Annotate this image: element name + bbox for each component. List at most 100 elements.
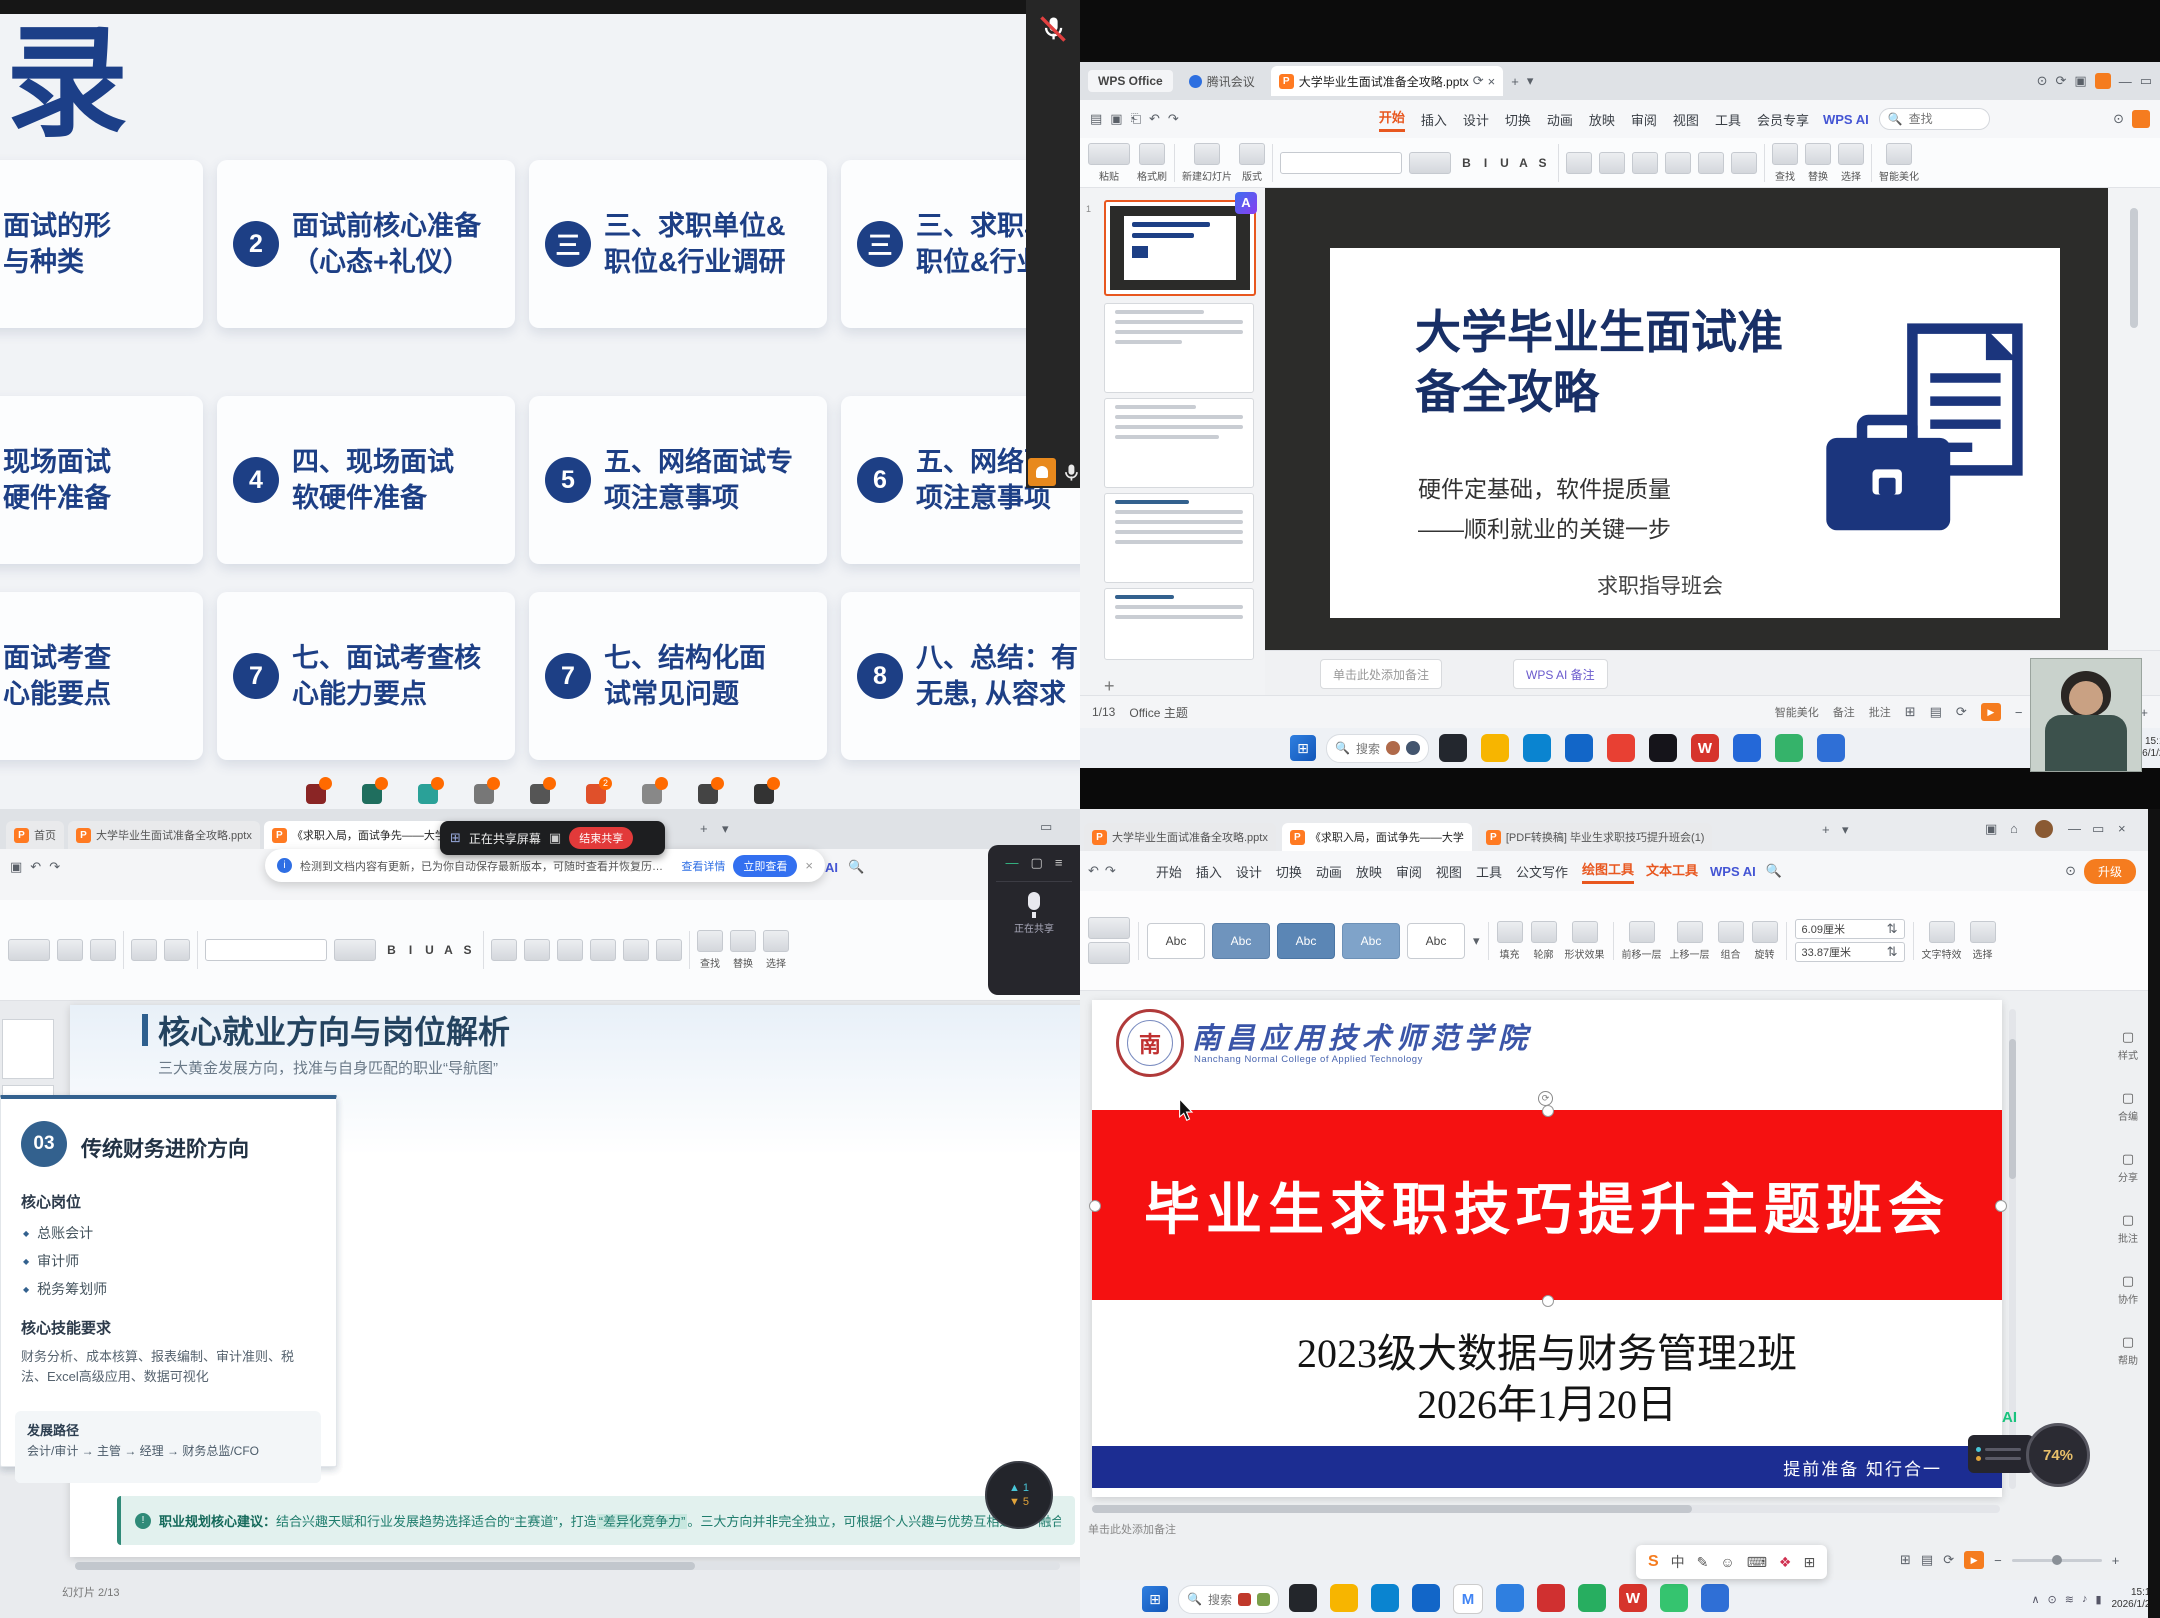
- taskbar-app-icon[interactable]: [754, 784, 774, 804]
- rail-tool-button[interactable]: ▢帮助: [2118, 1334, 2138, 1367]
- align-left-button[interactable]: [557, 939, 583, 961]
- slide-thumbnail[interactable]: [2, 1019, 54, 1079]
- layout-button[interactable]: 版式: [1239, 143, 1265, 183]
- zoom-out-icon[interactable]: −: [2015, 705, 2023, 720]
- minimize-icon[interactable]: —: [2119, 74, 2132, 89]
- taskbar-app-icon[interactable]: [1578, 1584, 1606, 1612]
- search-icon[interactable]: 🔍: [1766, 863, 1782, 879]
- taskbar-app-icon[interactable]: [1537, 1584, 1565, 1612]
- menu-item[interactable]: 开始: [1379, 107, 1405, 132]
- print-icon[interactable]: ⎗: [1131, 111, 1141, 127]
- menu-item[interactable]: 动画: [1316, 862, 1342, 881]
- bring-forward-button[interactable]: 前移一层: [1622, 921, 1662, 961]
- undo-icon[interactable]: ↶: [1088, 863, 1099, 879]
- loop-icon[interactable]: ⟳: [1943, 1552, 1954, 1568]
- align-center-button[interactable]: [590, 939, 616, 961]
- font-style-button[interactable]: S: [1534, 156, 1551, 170]
- text-effects-button[interactable]: 文字特效: [1922, 921, 1962, 961]
- font-style-button[interactable]: B: [1458, 156, 1475, 170]
- text-tools-tab[interactable]: 文本工具: [1646, 860, 1698, 882]
- ime-tool-icon[interactable]: ✎: [1697, 1554, 1709, 1571]
- wps-ai-assistant-icon[interactable]: A: [1235, 192, 1257, 214]
- tab-meeting[interactable]: 腾讯会议: [1181, 69, 1263, 94]
- mic-icon[interactable]: [1060, 460, 1080, 491]
- menu-item[interactable]: 放映: [1589, 110, 1615, 129]
- find-button[interactable]: 查找: [1772, 143, 1798, 183]
- taskbar-app-icon[interactable]: [362, 784, 382, 804]
- font-style-button[interactable]: I: [402, 943, 419, 957]
- share-button[interactable]: [2132, 110, 2150, 128]
- taskbar-app-icon[interactable]: [418, 784, 438, 804]
- system-tray[interactable]: ∧⊙≋♪▮: [2031, 1593, 2101, 1606]
- rail-tool-button[interactable]: ▢分享: [2118, 1151, 2138, 1184]
- notes-status-button[interactable]: 备注: [1833, 704, 1855, 720]
- sync-icon[interactable]: ⊙: [2065, 863, 2076, 879]
- help-icon[interactable]: ⊙: [2037, 73, 2048, 89]
- horizontal-scrollbar[interactable]: [1092, 1505, 2000, 1513]
- taskbar-app-icon[interactable]: [1733, 734, 1761, 762]
- move-up-button[interactable]: 上移一层: [1670, 921, 1710, 961]
- font-style-button[interactable]: U: [421, 943, 438, 957]
- taskbar-app-icon[interactable]: [474, 784, 494, 804]
- font-style-button[interactable]: A: [440, 943, 457, 957]
- tab-list-icon[interactable]: ▾: [1842, 822, 1849, 838]
- mic-icon[interactable]: [1028, 892, 1040, 910]
- taskbar-app-icon[interactable]: [1775, 734, 1803, 762]
- slideshow-play-button[interactable]: ▶: [1981, 703, 2001, 721]
- taskbar-search[interactable]: 🔍 搜索: [1326, 734, 1429, 763]
- menu-item[interactable]: 插入: [1196, 862, 1222, 881]
- more-presets-icon[interactable]: ▾: [1473, 933, 1480, 949]
- refresh-icon[interactable]: ⟳: [2056, 73, 2067, 89]
- tab-list-icon[interactable]: ▾: [1527, 73, 1534, 89]
- ime-tool-icon[interactable]: ⊞: [1803, 1554, 1815, 1571]
- font-style-button[interactable]: U: [1496, 156, 1513, 170]
- apps-icon[interactable]: ▣: [2074, 73, 2086, 89]
- document-tab[interactable]: P 大学毕业生面试准备全攻略.pptx: [68, 821, 260, 849]
- ime-tool-icon[interactable]: S: [1648, 1553, 1659, 1571]
- document-tab[interactable]: P 《求职入局，面试争先——大学: [1282, 823, 1472, 851]
- taskbar-app-icon[interactable]: W: [1619, 1584, 1647, 1612]
- horizontal-scrollbar[interactable]: [75, 1562, 1060, 1570]
- menu-item[interactable]: 视图: [1673, 110, 1699, 129]
- taskbar-app-icon[interactable]: [1330, 1584, 1358, 1612]
- rail-tool-button[interactable]: ▢样式: [2118, 1029, 2138, 1062]
- slide-thumbnail[interactable]: [1104, 493, 1254, 583]
- bullet-list-button[interactable]: [1566, 152, 1592, 174]
- search-icon[interactable]: 🔍: [848, 859, 864, 875]
- menu-item[interactable]: 放映: [1356, 862, 1382, 881]
- settings-icon[interactable]: ⊙: [2113, 111, 2124, 127]
- taskbar-app-icon[interactable]: [698, 784, 718, 804]
- loop-icon[interactable]: ⟳: [1956, 704, 1967, 720]
- menu-item[interactable]: 动画: [1547, 110, 1573, 129]
- upgrade-button[interactable]: 升级: [2084, 859, 2136, 884]
- menu-item[interactable]: 审阅: [1396, 862, 1422, 881]
- ime-tool-icon[interactable]: ⌨: [1747, 1554, 1767, 1571]
- slide-sorter-icon[interactable]: ▤: [1921, 1552, 1933, 1568]
- resize-handle-top[interactable]: [1542, 1105, 1554, 1117]
- paste-button[interactable]: 粘贴: [1088, 143, 1130, 183]
- slide-canvas[interactable]: [70, 1005, 1080, 1557]
- slide-thumbnail[interactable]: [1104, 398, 1254, 488]
- ime-tool-icon[interactable]: ❖: [1779, 1554, 1792, 1571]
- menu-item[interactable]: 切换: [1276, 862, 1302, 881]
- maximize-icon[interactable]: ▭: [2140, 73, 2152, 89]
- redo-icon[interactable]: ↷: [1168, 111, 1179, 127]
- taskbar-app-icon[interactable]: [1701, 1584, 1729, 1612]
- taskbar-app-icon[interactable]: [1817, 734, 1845, 762]
- smart-beautify-button[interactable]: 智能美化: [1879, 143, 1919, 183]
- font-style-button[interactable]: A: [1515, 156, 1532, 170]
- maximize-icon[interactable]: ▭: [2092, 821, 2104, 837]
- notes-placeholder-tab[interactable]: 单击此处添加备注: [1320, 659, 1442, 689]
- shape-outline-button[interactable]: 轮廓: [1531, 921, 1557, 961]
- beautify-status-button[interactable]: 智能美化: [1775, 704, 1819, 720]
- menu-item[interactable]: 视图: [1436, 862, 1462, 881]
- taskbar-app-icon[interactable]: [1649, 734, 1677, 762]
- new-tab-icon[interactable]: +: [1822, 822, 1830, 837]
- notification-link[interactable]: 查看详情: [681, 858, 725, 874]
- home-icon[interactable]: ⌂: [2010, 821, 2018, 836]
- menu-item[interactable]: 设计: [1463, 110, 1489, 129]
- wps-home-button[interactable]: WPS Office: [1088, 70, 1173, 92]
- numbered-list-button[interactable]: [1599, 152, 1625, 174]
- shape-style-preset[interactable]: Abc: [1212, 923, 1270, 959]
- font-style-button[interactable]: B: [383, 943, 400, 957]
